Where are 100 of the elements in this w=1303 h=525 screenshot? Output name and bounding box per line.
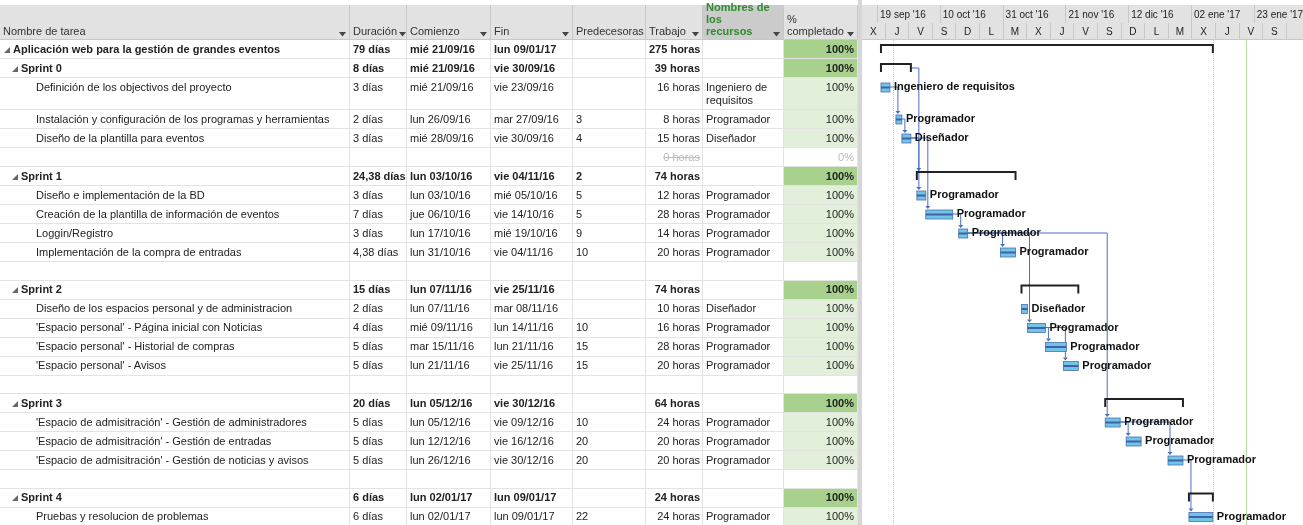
table-cell: lun 26/12/16 bbox=[410, 453, 471, 466]
table-cell: 100% bbox=[784, 224, 857, 242]
timescale-day-label: S bbox=[940, 26, 948, 37]
table-cell: lun 07/11/16 bbox=[410, 302, 470, 314]
column-header[interactable]: Nombre de tarea bbox=[0, 5, 350, 40]
table-cell: 2 días bbox=[353, 112, 383, 125]
table-cell: mar 27/09/16 bbox=[494, 112, 559, 125]
collapse-icon[interactable] bbox=[12, 400, 18, 407]
task-bar[interactable] bbox=[1167, 455, 1184, 466]
task-name: Sprint 0 bbox=[21, 61, 62, 75]
table-cell: 9 bbox=[576, 226, 583, 239]
table-cell: lun 05/12/16 bbox=[410, 396, 473, 409]
task-name: 'Espacio personal' - Avisos bbox=[36, 359, 166, 372]
table-cell: 20 días bbox=[353, 396, 391, 409]
timescale-day-label: X bbox=[1200, 26, 1207, 37]
timescale-day-label: M bbox=[1175, 26, 1185, 37]
column-header[interactable]: Predecesoras bbox=[573, 5, 646, 40]
dropdown-arrow-icon[interactable] bbox=[480, 32, 487, 37]
task-bar[interactable] bbox=[1104, 417, 1121, 428]
timescale-day-label: D bbox=[1129, 26, 1137, 37]
timescale-label: 31 oct '16 bbox=[1005, 9, 1049, 20]
column-header[interactable]: Comienzo bbox=[407, 5, 491, 40]
table-cell: Programador bbox=[706, 434, 771, 447]
task-bar[interactable] bbox=[916, 190, 927, 201]
dropdown-arrow-icon[interactable] bbox=[562, 32, 569, 37]
table-cell: vie 23/09/16 bbox=[494, 80, 554, 93]
task-bar[interactable] bbox=[1062, 361, 1079, 371]
table-cell: lun 12/12/16 bbox=[410, 434, 471, 447]
dropdown-arrow-icon[interactable] bbox=[339, 32, 346, 37]
dropdown-arrow-icon[interactable] bbox=[399, 32, 407, 37]
task-bar[interactable] bbox=[880, 82, 891, 93]
task-bar[interactable] bbox=[925, 209, 954, 220]
table-cell: vie 30/09/16 bbox=[494, 61, 556, 74]
collapse-icon[interactable] bbox=[12, 65, 18, 72]
timescale-day-label: L bbox=[1153, 26, 1160, 37]
dropdown-arrow-icon[interactable] bbox=[847, 32, 854, 37]
bar-label: Programador bbox=[1216, 509, 1286, 523]
table-cell: 2 días bbox=[353, 302, 383, 314]
task-name: 'Espacio de admisitración' - Gestión de administradores bbox=[36, 415, 307, 429]
task-bar[interactable] bbox=[1188, 512, 1214, 522]
table-cell: 79 días bbox=[353, 42, 391, 55]
timescale-day-label: L bbox=[988, 26, 995, 37]
table-cell: 15 bbox=[576, 359, 589, 371]
table-cell: 15 bbox=[576, 340, 589, 352]
timescale-day-label: J bbox=[1059, 26, 1065, 37]
table-cell: 5 días bbox=[353, 415, 383, 428]
column-header[interactable]: Trabajo bbox=[646, 5, 703, 40]
table-cell: vie 04/11/16 bbox=[494, 245, 554, 258]
table-cell: Programador bbox=[706, 510, 771, 522]
table-cell: 4 días bbox=[353, 321, 383, 333]
table-cell: mié 09/11/16 bbox=[410, 321, 473, 333]
table-cell: 20 horas bbox=[657, 359, 700, 371]
dropdown-arrow-icon[interactable] bbox=[692, 32, 699, 37]
table-cell: 24 horas bbox=[657, 415, 700, 428]
summary-bracket bbox=[879, 63, 912, 73]
table-cell: 3 días bbox=[353, 226, 383, 239]
table-cell: 6 días bbox=[353, 491, 385, 503]
table-cell: vie 25/11/16 bbox=[494, 359, 554, 371]
table-cell: lun 21/11/16 bbox=[410, 359, 470, 371]
table-cell: 5 días bbox=[353, 453, 383, 466]
task-bar[interactable] bbox=[1045, 342, 1067, 352]
task-bar[interactable] bbox=[958, 228, 969, 239]
table-cell: 100% bbox=[784, 110, 857, 128]
task-bar[interactable] bbox=[1027, 323, 1046, 333]
timescale-day-label: X bbox=[1035, 26, 1042, 37]
table-cell: vie 30/09/16 bbox=[494, 131, 554, 144]
dropdown-arrow-icon[interactable] bbox=[773, 32, 780, 37]
column-header[interactable]: % completado bbox=[784, 5, 858, 40]
task-bar[interactable] bbox=[1125, 436, 1142, 447]
table-cell: 20 bbox=[576, 453, 589, 466]
timescale-label: 12 dic '16 bbox=[1131, 9, 1174, 20]
collapse-icon[interactable] bbox=[12, 173, 18, 180]
collapse-icon[interactable] bbox=[12, 495, 18, 501]
table-cell: mar 15/11/16 bbox=[410, 340, 474, 352]
task-bar[interactable] bbox=[1000, 247, 1016, 258]
collapse-icon[interactable] bbox=[4, 46, 10, 53]
table-cell: 15 días bbox=[353, 283, 391, 295]
table-cell: 100% bbox=[784, 167, 857, 185]
collapse-icon[interactable] bbox=[12, 287, 18, 293]
table-cell: 10 horas bbox=[657, 302, 700, 314]
task-name: Diseño de la plantilla para eventos bbox=[36, 131, 205, 145]
table-cell: Programador bbox=[706, 359, 771, 371]
table-cell: vie 30/12/16 bbox=[494, 396, 556, 409]
task-name: 'Espacio personal' - Página inicial con Noticias bbox=[36, 321, 263, 334]
task-name: 'Espacio de admisitración' - Gestión de entradas bbox=[36, 434, 272, 448]
column-header[interactable]: Duración bbox=[350, 5, 407, 40]
task-bar[interactable] bbox=[901, 133, 912, 144]
task-bar[interactable] bbox=[895, 114, 903, 125]
bar-label: Programador bbox=[1186, 453, 1257, 466]
column-header[interactable]: Fin bbox=[491, 5, 573, 40]
table-cell: 16 horas bbox=[657, 321, 700, 333]
timescale-day-label: V bbox=[1082, 26, 1089, 37]
table-cell: Programador bbox=[706, 321, 771, 333]
table-cell: lun 05/12/16 bbox=[410, 415, 471, 428]
task-bar[interactable] bbox=[1021, 304, 1028, 314]
table-cell: 10 bbox=[576, 415, 589, 428]
task-name: Sprint 2 bbox=[21, 283, 62, 296]
timescale-day-label: S bbox=[1105, 26, 1113, 37]
table-cell: Programador bbox=[706, 226, 771, 239]
task-name: 'Espacio de admisitración' - Gestión de noticias y avisos bbox=[36, 453, 309, 467]
